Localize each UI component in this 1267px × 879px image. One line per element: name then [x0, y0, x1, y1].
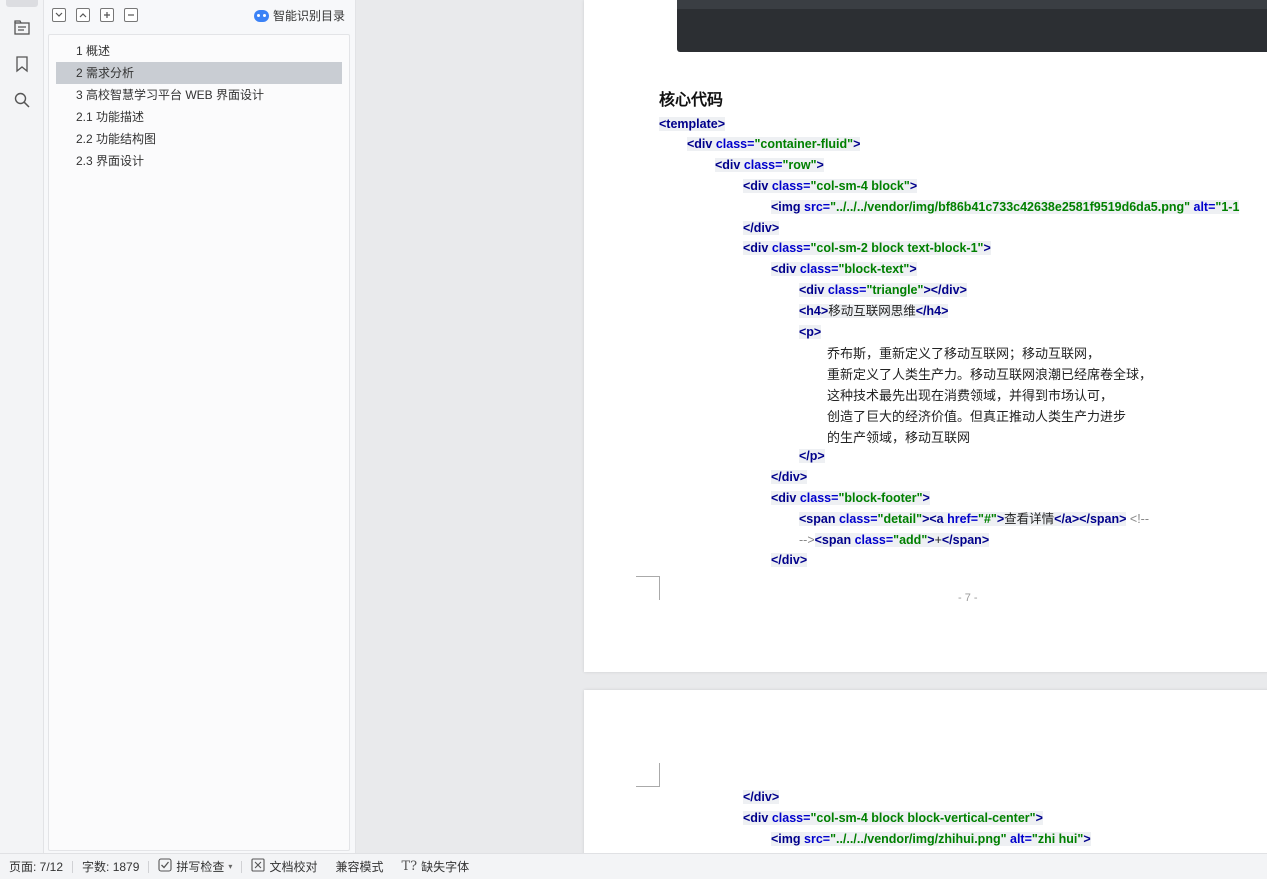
collapse-up-button[interactable]: [76, 8, 90, 22]
left-icon-rail: [0, 0, 44, 853]
proof-icon: [251, 858, 265, 875]
word-count[interactable]: 字数: 1879: [73, 854, 148, 879]
code-line-div-close: </div>: [771, 553, 808, 567]
code-line-template: <template>: [659, 117, 726, 131]
outline-item[interactable]: 2.1 功能描述: [56, 106, 342, 128]
spell-check-label: 拼写检查: [176, 860, 225, 874]
page-corner-mark: [636, 576, 660, 600]
spell-check-button[interactable]: 拼写检查 ▾: [149, 854, 241, 879]
paragraph-line: 乔布斯，重新定义了移动互联网；移动互联网，: [827, 346, 1101, 361]
document-page-7[interactable]: 核心代码 <template> <div class="container-fl…: [584, 0, 1267, 672]
code-line-col4: <div class="col-sm-4 block">: [743, 179, 918, 193]
remove-heading-button[interactable]: [124, 8, 138, 22]
code-line-col2: <div class="col-sm-2 block text-block-1"…: [743, 241, 991, 255]
code-line-img2: <img src="../../../vendor/img/zhihui.png…: [771, 832, 1091, 846]
paragraph-line: 这种技术最先出现在消费领域，并得到市场认可，: [827, 388, 1114, 403]
code-line-h4: <h4>移动互联网思维</h4>: [799, 304, 949, 318]
doc-proof-label: 文档校对: [269, 860, 318, 874]
paragraph-line: 重新定义了人类生产力。移动互联网浪潮已经席卷全球，: [827, 367, 1153, 382]
paragraph-line: 创造了巨大的经济价值。但真正推动人类生产力进步: [827, 409, 1127, 424]
paragraph-line: 的生产领域，移动互联网: [827, 430, 971, 445]
outline-list: 1 概述 2 需求分析 3 高校智慧学习平台 WEB 界面设计 2.1 功能描述…: [48, 34, 350, 851]
page-number: - 7 -: [958, 592, 978, 604]
missing-font-label: 缺失字体: [421, 860, 470, 874]
word-count-label: 字数: 1879: [82, 860, 140, 874]
code-line-p-open: <p>: [799, 325, 822, 339]
search-icon[interactable]: [11, 89, 33, 111]
outline-item[interactable]: 2.3 界面设计: [56, 150, 342, 172]
page-indicator[interactable]: 页面: 7/12: [0, 854, 72, 879]
compat-mode-label: 兼容模式: [335, 860, 384, 874]
ai-bubble-icon: [253, 9, 269, 22]
code-line-container: <div class="container-fluid">: [687, 137, 861, 151]
code-line-div-close: </div>: [771, 470, 808, 484]
outline-item[interactable]: 3 高校智慧学习平台 WEB 界面设计: [56, 84, 342, 106]
code-line-block-text: <div class="block-text">: [771, 262, 917, 276]
spell-check-icon: [158, 858, 172, 875]
rail-active-indicator: [6, 0, 38, 7]
section-heading: 核心代码: [659, 92, 724, 109]
outline-item[interactable]: 1 概述: [56, 40, 342, 62]
document-canvas[interactable]: 核心代码 <template> <div class="container-fl…: [356, 0, 1267, 853]
code-line-col4-vertical: <div class="col-sm-4 block block-vertica…: [743, 811, 1043, 825]
outline-panel: 智能识别目录 1 概述 2 需求分析 3 高校智慧学习平台 WEB 界面设计 2…: [44, 0, 356, 853]
compat-mode: 兼容模式: [326, 854, 392, 879]
code-line-p-close: </p>: [799, 449, 825, 463]
code-line-row: <div class="row">: [715, 158, 824, 172]
embedded-screenshot-image[interactable]: [677, 0, 1267, 52]
code-line-span-detail: <span class="detail"><a href="#">查看详情</a…: [799, 512, 1150, 526]
add-heading-button[interactable]: [100, 8, 114, 22]
smart-toc-button[interactable]: 智能识别目录: [253, 7, 345, 24]
code-line-block-footer: <div class="block-footer">: [771, 491, 930, 505]
page-corner-mark: [636, 763, 660, 787]
code-line-div-close: </div>: [743, 790, 780, 804]
outline-item[interactable]: 2.2 功能结构图: [56, 128, 342, 150]
missing-font-button[interactable]: T? 缺失字体: [392, 854, 478, 879]
outline-icon[interactable]: [11, 17, 33, 39]
collapse-down-button[interactable]: [52, 8, 66, 22]
page-indicator-label: 页面: 7/12: [9, 860, 64, 874]
chevron-down-icon: ▾: [228, 862, 233, 871]
missing-font-icon: T?: [401, 859, 418, 874]
code-line-div-close: </div>: [743, 221, 780, 235]
doc-proof-button[interactable]: 文档校对: [242, 854, 326, 879]
smart-toc-label: 智能识别目录: [272, 9, 345, 23]
code-line-span-add: --><span class="add">+</span>: [799, 533, 990, 547]
code-line-triangle: <div class="triangle"></div>: [799, 283, 967, 297]
code-line-img1: <img src="../../../vendor/img/bf86b41c73…: [771, 200, 1240, 214]
outline-toolbar: [52, 8, 138, 22]
document-page-8[interactable]: </div> <div class="col-sm-4 block block-…: [584, 690, 1267, 853]
bookmark-icon[interactable]: [11, 53, 33, 75]
status-bar: 页面: 7/12 字数: 1879 拼写检查 ▾ 文档校对 兼容模式 T? 缺失…: [0, 853, 1267, 879]
outline-item-selected[interactable]: 2 需求分析: [56, 62, 342, 84]
